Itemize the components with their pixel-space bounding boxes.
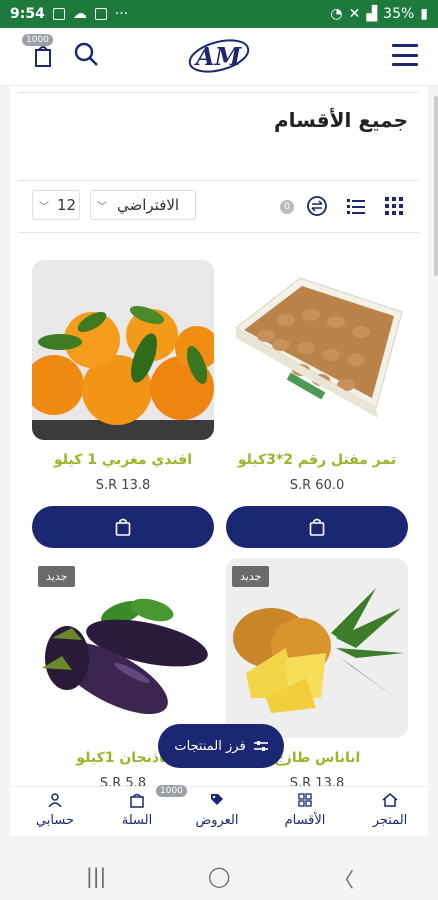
sliders-icon xyxy=(253,741,268,751)
system-navigation-bar: ||| ◯ 〈 xyxy=(0,850,438,900)
menu-icon[interactable] xyxy=(392,44,418,66)
per-page-value: 12 xyxy=(57,196,77,214)
divider xyxy=(18,180,420,181)
notification-icons: ☁ ··· xyxy=(52,6,129,22)
chevron-down-icon: ﹀ xyxy=(39,201,49,213)
product-price: S.R 13.8 xyxy=(95,478,151,493)
app-icon xyxy=(94,8,107,20)
product-image[interactable] xyxy=(226,260,408,440)
logo-text: AM xyxy=(194,42,243,71)
bag-icon xyxy=(309,518,325,536)
home-icon xyxy=(382,793,398,807)
grid-view-icon[interactable] xyxy=(384,196,404,216)
bag-icon xyxy=(130,793,144,808)
recent-apps-icon[interactable]: ||| xyxy=(86,864,106,888)
product-toolbar: ﹀ 12 ﹀ الافتراضي 0 xyxy=(10,190,428,222)
tag-icon xyxy=(211,794,223,805)
product-image[interactable] xyxy=(32,260,214,440)
sort-products-button[interactable]: فرز المنتجات xyxy=(158,724,284,768)
scrollbar[interactable] xyxy=(434,96,438,276)
new-badge: جديد xyxy=(38,566,76,587)
battery-icon: ▮ xyxy=(420,6,428,22)
nav-item-store[interactable]: المتجر xyxy=(355,793,425,828)
tangerines-image xyxy=(32,305,214,440)
status-time: 9:54 xyxy=(10,6,45,22)
page-title: جميع الأقسام xyxy=(274,108,408,132)
chevron-down-icon: ﹀ xyxy=(97,201,107,213)
nav-label-categories: الأقسام xyxy=(284,813,326,828)
nav-item-offers[interactable]: العروض xyxy=(182,793,252,828)
product-name[interactable]: تمر مفتل رقم 2*3كيلو xyxy=(226,452,408,468)
list-view-icon[interactable] xyxy=(346,196,366,216)
nav-label-store: المتجر xyxy=(372,813,408,828)
divider xyxy=(18,232,420,233)
add-to-cart-button[interactable] xyxy=(226,506,408,548)
more-icon: ··· xyxy=(114,6,129,22)
categories-icon xyxy=(298,793,312,807)
divider xyxy=(18,92,420,93)
add-to-cart-button[interactable] xyxy=(32,506,214,548)
signal-icon: ▟ xyxy=(366,6,378,22)
system-icons: ◔ ✕ ▟ 35% ▮ xyxy=(330,6,428,22)
sort-products-label: فرز المنتجات xyxy=(174,738,246,754)
wifi-icon: ◔ xyxy=(330,6,343,22)
mute-icon: ✕ xyxy=(348,6,361,22)
gallery-icon xyxy=(52,8,65,20)
product-name[interactable]: افندي مغربي 1 كيلو xyxy=(32,452,214,468)
battery-text: 35% xyxy=(383,6,415,22)
nav-item-categories[interactable]: الأقسام xyxy=(270,793,340,828)
product-price: S.R 60.0 xyxy=(289,478,345,493)
nav-label-account: حسابي xyxy=(35,813,75,828)
nav-item-account[interactable]: حسابي xyxy=(20,793,90,828)
nav-label-offers: العروض xyxy=(195,813,239,828)
compare-icon[interactable] xyxy=(307,196,327,216)
back-icon[interactable]: 〈 xyxy=(334,864,354,893)
sort-value: الافتراضي xyxy=(117,196,180,214)
home-button-icon[interactable]: ◯ xyxy=(208,864,230,888)
per-page-select[interactable]: ﹀ 12 xyxy=(32,190,80,220)
cart-icon[interactable] xyxy=(30,42,54,68)
app-header: 1000 AM xyxy=(0,28,438,86)
bag-icon xyxy=(115,518,131,536)
nav-item-cart[interactable]: السلة xyxy=(102,793,172,828)
user-icon xyxy=(48,793,62,807)
dates-box-image xyxy=(235,277,403,418)
cloud-icon: ☁ xyxy=(72,6,87,22)
store-logo[interactable]: AM xyxy=(184,32,254,80)
status-bar: 9:54 ☁ ··· ◔ ✕ ▟ 35% ▮ xyxy=(0,0,438,28)
info-count-icon: 0 xyxy=(280,200,294,214)
nav-label-cart: السلة xyxy=(121,813,153,828)
sort-select[interactable]: ﹀ الافتراضي xyxy=(90,190,196,220)
bottom-navigation: حسابي السلة 1000 العروض الأقسام المتجر xyxy=(10,785,428,836)
main-content: جميع الأقسام ﹀ 12 ﹀ الافتراضي 0 تمر مفتل… xyxy=(10,86,428,798)
new-badge: جديد xyxy=(232,566,270,587)
search-icon[interactable] xyxy=(72,40,100,68)
